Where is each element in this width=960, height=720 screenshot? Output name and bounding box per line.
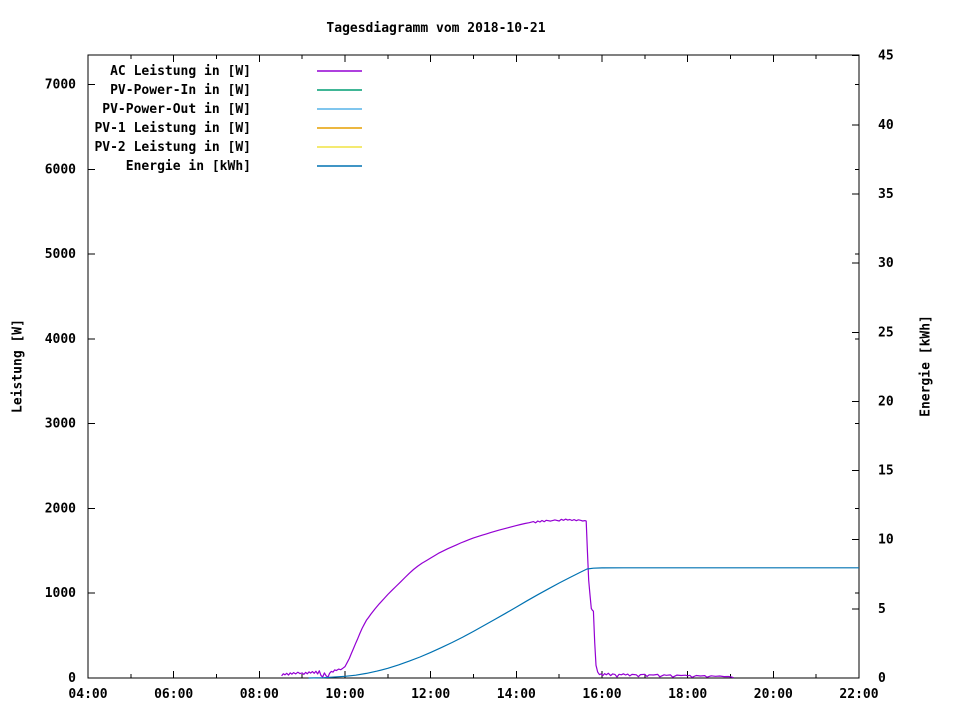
y-right-tick-label: 0 xyxy=(878,671,886,686)
y-left-tick-label: 5000 xyxy=(45,247,76,262)
legend-label-pv-power-in-in-w: PV-Power-In in [W] xyxy=(110,83,251,98)
series-line-energie-in-kwh xyxy=(308,567,859,679)
legend-label-energie-in-kwh: Energie in [kWh] xyxy=(126,159,251,174)
y-left-tick-label: 2000 xyxy=(45,501,76,516)
y-right-tick-label: 15 xyxy=(878,464,894,479)
x-tick-label: 14:00 xyxy=(497,687,536,702)
y-right-tick-label: 30 xyxy=(878,256,894,271)
x-tick-label: 10:00 xyxy=(325,687,364,702)
legend-label-pv-2-leistung-in-w: PV-2 Leistung in [W] xyxy=(94,140,251,155)
y-right-tick-label: 5 xyxy=(878,602,886,617)
x-tick-label: 20:00 xyxy=(754,687,793,702)
legend-label-pv-1-leistung-in-w: PV-1 Leistung in [W] xyxy=(94,121,251,136)
x-tick-label: 06:00 xyxy=(154,687,193,702)
x-tick-label: 22:00 xyxy=(839,687,878,702)
y-right-tick-label: 40 xyxy=(878,118,894,133)
y-left-tick-label: 1000 xyxy=(45,586,76,601)
y-right-tick-label: 35 xyxy=(878,187,894,202)
x-tick-label: 04:00 xyxy=(68,687,107,702)
tagesdiagramm-chart: Tagesdiagramm vom 2018-10-21 Leistung [W… xyxy=(0,0,960,720)
y-left-tick-label: 6000 xyxy=(45,162,76,177)
x-tick-label: 12:00 xyxy=(411,687,450,702)
plot-canvas: 04:00 06:00 08:00 10:00 12:00 14:00 16:00 18:00… xyxy=(45,49,894,702)
x-tick-label: 08:00 xyxy=(240,687,279,702)
x-tick-label: 18:00 xyxy=(668,687,707,702)
y-left-tick-label: 3000 xyxy=(45,417,76,432)
y-right-tick-label: 10 xyxy=(878,533,894,548)
y-right-tick-label: 25 xyxy=(878,325,894,340)
y-left-tick-label: 0 xyxy=(68,671,76,686)
x-tick-label: 16:00 xyxy=(582,687,621,702)
y-right-tick-label: 20 xyxy=(878,394,894,409)
series-line-ac-leistung-in-w xyxy=(281,518,734,679)
legend-label-pv-power-out-in-w: PV-Power-Out in [W] xyxy=(102,102,251,117)
legend-label-ac-leistung-in-w: AC Leistung in [W] xyxy=(110,64,251,79)
y-left-tick-label: 7000 xyxy=(45,78,76,93)
y-right-tick-label: 45 xyxy=(878,49,894,64)
y-left-tick-label: 4000 xyxy=(45,332,76,347)
